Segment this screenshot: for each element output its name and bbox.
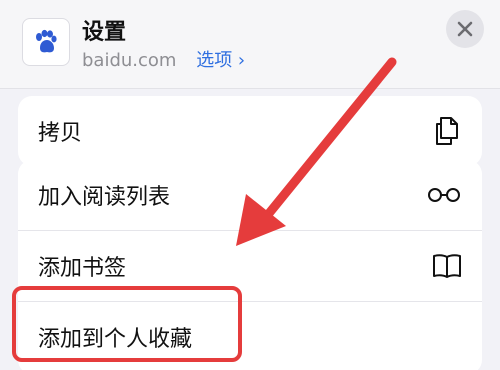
annotation-highlight-box [12,286,242,362]
options-link[interactable]: 选项 › [196,50,245,71]
menu-item-reading-list-label: 加入阅读列表 [38,185,171,210]
book-icon [433,254,461,278]
copy-icon [436,117,458,145]
copy-card: 拷贝 [18,96,482,166]
site-domain: baidu.com [82,50,177,71]
menu-item-copy[interactable]: 拷贝 [18,96,482,166]
share-sheet-screen: 设置 baidu.com 选项 › 拷贝 加入阅读列表 添加书签 添加到个人收藏 [0,0,500,370]
site-domain-line: baidu.com 选项 › [82,46,245,72]
glasses-icon [428,188,460,202]
share-sheet-header: 设置 baidu.com 选项 › [0,0,500,89]
menu-item-copy-label: 拷贝 [38,121,83,146]
close-icon [457,21,473,37]
close-button[interactable] [446,10,484,48]
baidu-paw-icon [22,18,70,66]
menu-item-bookmark-label: 添加书签 [38,256,127,281]
menu-item-reading-list[interactable]: 加入阅读列表 [18,160,482,230]
page-title: 设置 [82,20,127,45]
